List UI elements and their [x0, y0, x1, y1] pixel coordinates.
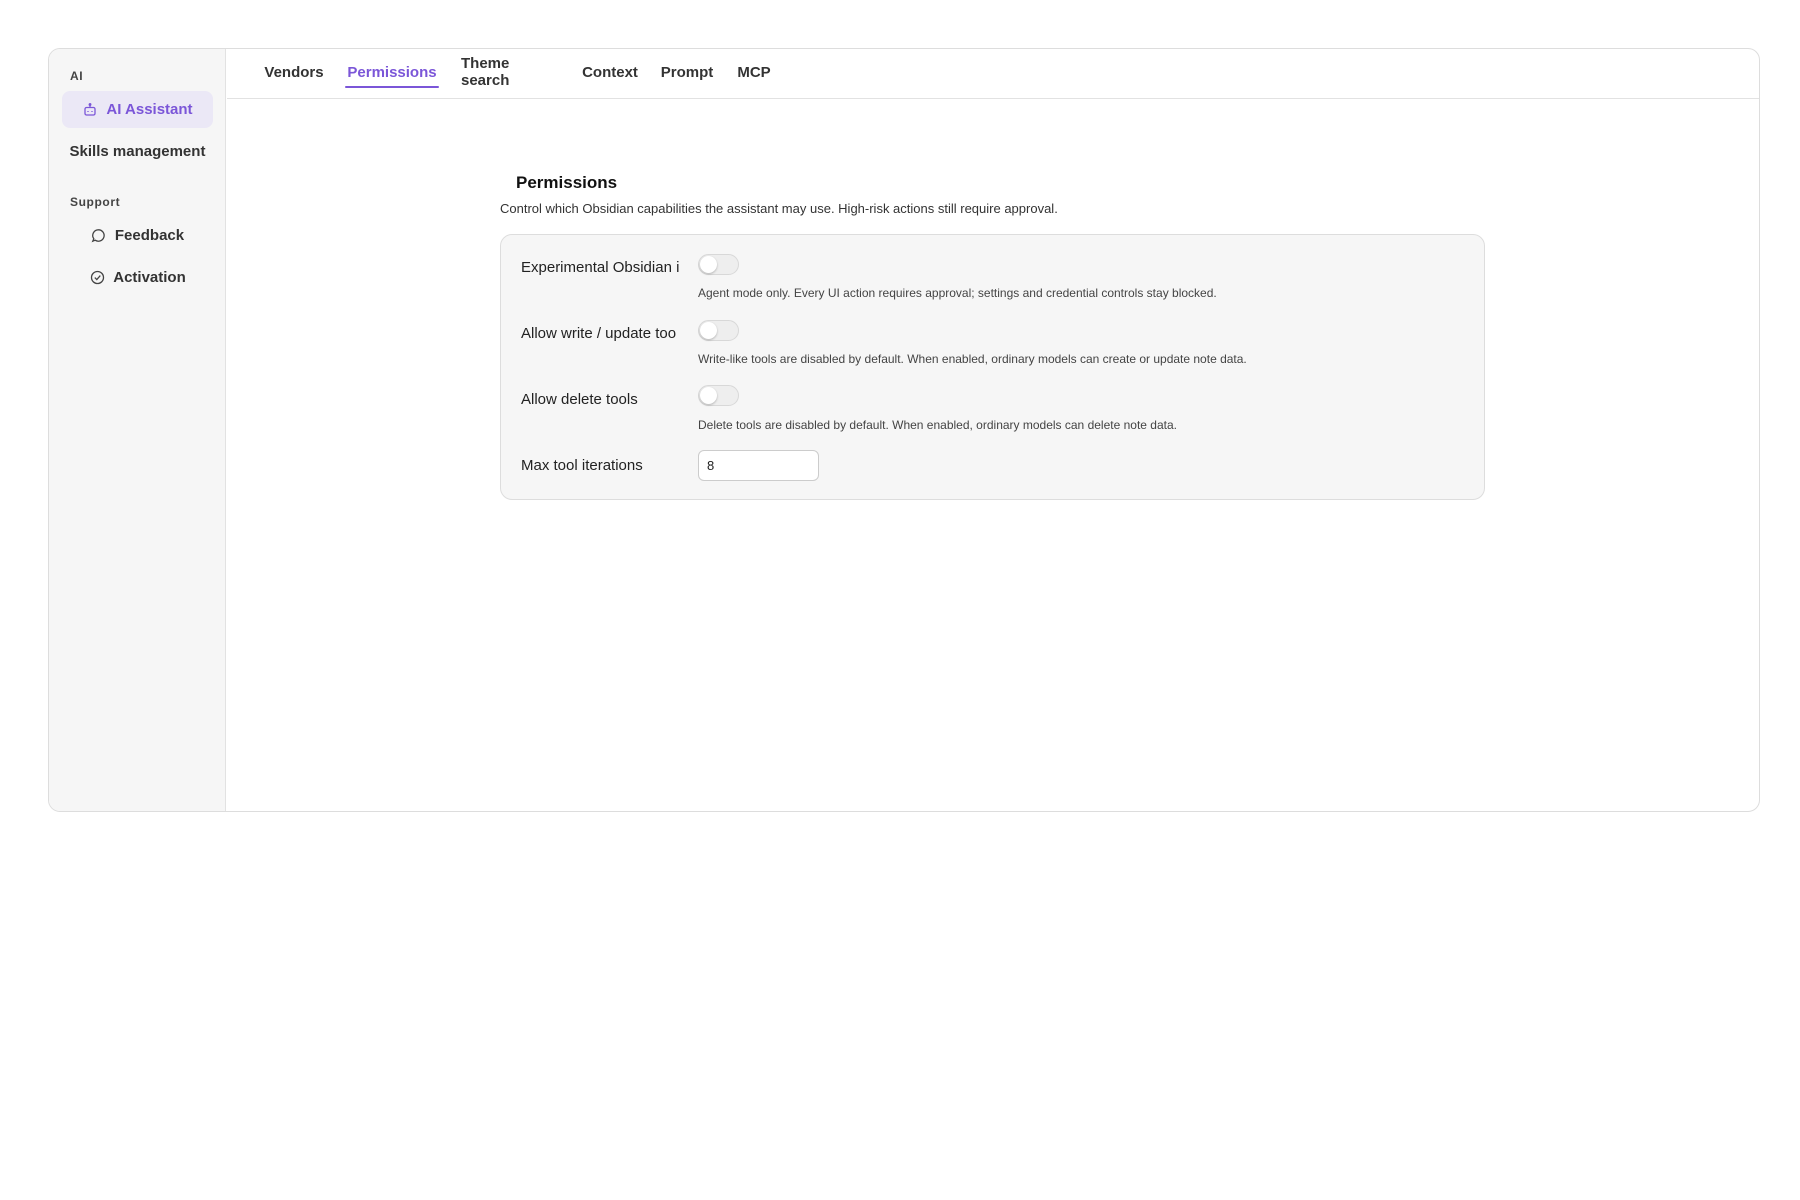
toggle-experimental-obsidian[interactable]	[698, 254, 739, 275]
toggle-knob	[700, 322, 717, 339]
tab-bar: Vendors Permissions Theme search Context…	[227, 49, 1759, 99]
toggle-allow-delete[interactable]	[698, 385, 739, 406]
page-description: Control which Obsidian capabilities the …	[500, 201, 1058, 216]
setting-label-allow-delete: Allow delete tools	[521, 391, 638, 408]
max-tool-iterations-input[interactable]	[698, 450, 819, 481]
permissions-card: Experimental Obsidian i Agent mode only.…	[500, 234, 1485, 500]
sidebar-item-label: Activation	[113, 269, 186, 286]
page-title: Permissions	[516, 173, 618, 192]
sidebar-section-support-label: Support	[70, 195, 121, 209]
tab-permissions[interactable]: Permissions	[345, 56, 439, 88]
sidebar: AI AI Assistant Skills management Suppor…	[49, 49, 226, 811]
chat-bubble-icon	[91, 228, 107, 244]
setting-desc-experimental-obsidian: Agent mode only. Every UI action require…	[698, 286, 1217, 300]
robot-icon	[82, 102, 98, 118]
toggle-knob	[700, 387, 717, 404]
check-circle-icon	[89, 270, 105, 286]
sidebar-item-activation[interactable]: Activation	[62, 259, 213, 296]
setting-label-experimental-obsidian: Experimental Obsidian i	[521, 259, 680, 276]
sidebar-item-ai-assistant[interactable]: AI Assistant	[62, 91, 213, 128]
sidebar-item-feedback[interactable]: Feedback	[62, 217, 213, 254]
setting-desc-allow-write-update: Write-like tools are disabled by default…	[698, 352, 1247, 366]
settings-window: AI AI Assistant Skills management Suppor…	[48, 48, 1760, 812]
toggle-knob	[700, 256, 717, 273]
sidebar-section-ai-label: AI	[70, 69, 84, 83]
tab-mcp[interactable]: MCP	[736, 56, 772, 88]
main-panel: Vendors Permissions Theme search Context…	[227, 49, 1759, 811]
setting-label-max-tool-iterations: Max tool iterations	[521, 457, 643, 474]
setting-label-allow-write-update: Allow write / update too	[521, 325, 677, 342]
tab-prompt[interactable]: Prompt	[661, 56, 714, 88]
setting-desc-allow-delete: Delete tools are disabled by default. Wh…	[698, 418, 1177, 432]
tab-vendors[interactable]: Vendors	[264, 56, 323, 88]
sidebar-item-skills-management[interactable]: Skills management	[62, 133, 213, 170]
tab-theme-search[interactable]: Theme search	[461, 55, 557, 89]
sidebar-item-label: AI Assistant	[106, 101, 193, 118]
sidebar-item-label: Skills management	[69, 143, 206, 160]
tab-context[interactable]: Context	[582, 56, 638, 88]
toggle-allow-write-update[interactable]	[698, 320, 739, 341]
sidebar-item-label: Feedback	[114, 227, 185, 244]
